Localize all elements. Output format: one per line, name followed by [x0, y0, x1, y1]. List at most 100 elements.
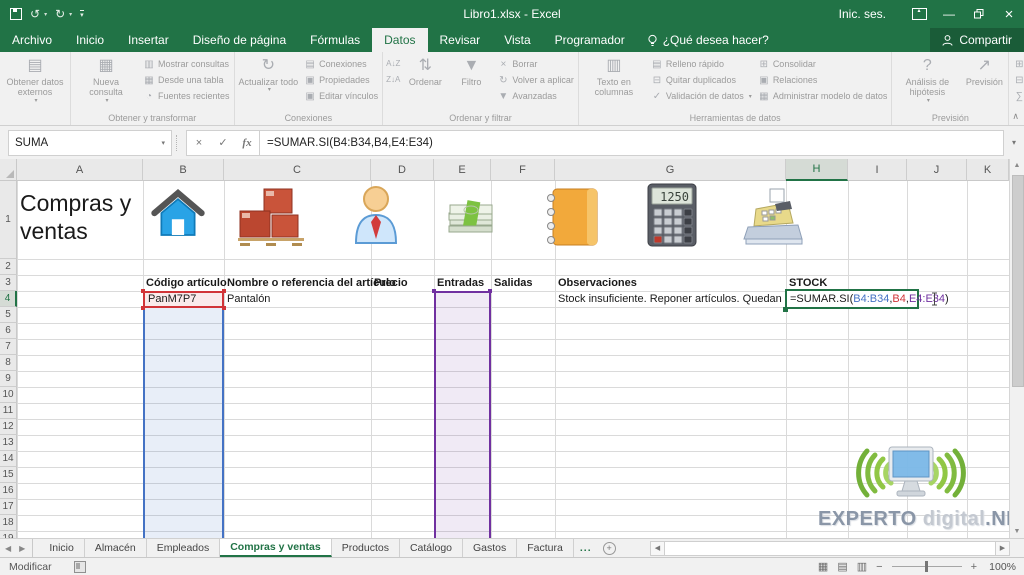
ribbon-tab-dise-o-de-p-gina[interactable]: Diseño de página — [181, 28, 298, 52]
name-box-caret-icon[interactable]: ▾ — [161, 139, 165, 147]
page-break-view-icon[interactable]: ▥ — [857, 560, 867, 573]
row-header-15[interactable]: 15 — [0, 467, 17, 483]
vertical-scroll-thumb[interactable] — [1012, 175, 1024, 387]
row-header-4[interactable]: 4 — [0, 291, 17, 307]
ribbon-button-propiedades[interactable]: ▣Propiedades — [304, 73, 378, 87]
column-header-e[interactable]: E — [434, 159, 491, 181]
expand-formula-bar-icon[interactable]: ▾ — [1004, 138, 1024, 147]
ribbon-button-editar-v-nculos[interactable]: ▣Editar vínculos — [304, 89, 378, 103]
undo-icon[interactable]: ↺ — [30, 8, 40, 20]
undo-caret-icon[interactable]: ▾ — [44, 11, 47, 18]
row-header-12[interactable]: 12 — [0, 419, 17, 435]
sheet-tab-factura[interactable]: Factura — [517, 539, 574, 557]
sheet-tab-cat-logo[interactable]: Catálogo — [400, 539, 463, 557]
redo-icon[interactable]: ↻ — [55, 8, 65, 20]
ribbon-button-conexiones[interactable]: ▤Conexiones — [304, 57, 378, 71]
sheet-tabs-overflow[interactable]: ... — [574, 539, 598, 557]
ribbon-button-relleno-r-pido[interactable]: ▤Relleno rápido — [651, 57, 752, 71]
column-header-f[interactable]: F — [491, 159, 555, 181]
ribbon-button-avanzadas[interactable]: ▼Avanzadas — [497, 89, 574, 103]
sheet-tab-almac-n[interactable]: Almacén — [85, 539, 147, 557]
column-header-i[interactable]: I — [848, 159, 907, 181]
cancel-icon[interactable]: × — [187, 137, 211, 149]
cash-register-icon[interactable] — [742, 187, 804, 251]
scroll-up-icon[interactable]: ▲ — [1010, 162, 1024, 169]
ribbon-button-z-a[interactable]: Z↓A — [386, 73, 400, 86]
column-header-k[interactable]: K — [967, 159, 1009, 181]
ribbon-tab-inicio[interactable]: Inicio — [64, 28, 116, 52]
column-header-c[interactable]: C — [224, 159, 371, 181]
notebook-icon[interactable] — [539, 185, 603, 249]
ribbon-button-nueva-consulta[interactable]: ▦Nueva consulta▾ — [72, 53, 140, 113]
hscroll-right-icon[interactable]: ▶ — [995, 541, 1010, 556]
sheet-nav-right-icon[interactable]: ▶ — [19, 544, 25, 553]
ribbon-button-borrar[interactable]: ×Borrar — [497, 57, 574, 71]
ribbon-button-obtener-datos-externos[interactable]: ▤Obtener datos externos▾ — [1, 53, 69, 113]
insert-function-icon[interactable]: fx — [235, 137, 259, 149]
macro-record-icon[interactable] — [74, 561, 86, 573]
horizontal-scrollbar[interactable]: ◀▶ — [650, 539, 1010, 557]
row-header-6[interactable]: 6 — [0, 323, 17, 339]
horizontal-scroll-track[interactable] — [665, 541, 995, 556]
ribbon-button-validaci-n-de-datos[interactable]: ✓Validación de datos▾ — [651, 89, 752, 103]
row-header-11[interactable]: 11 — [0, 403, 17, 419]
ribbon-button-subtotal[interactable]: ∑Subtotal — [1013, 89, 1024, 103]
ribbon-tab-programador[interactable]: Programador — [543, 28, 637, 52]
column-header-a[interactable]: A — [17, 159, 143, 181]
normal-view-icon[interactable]: ▦ — [818, 560, 828, 573]
vertical-scrollbar[interactable]: ▲▼ — [1009, 159, 1024, 538]
hscroll-left-icon[interactable]: ◀ — [650, 541, 665, 556]
redo-caret-icon[interactable]: ▾ — [69, 11, 72, 18]
column-header-d[interactable]: D — [371, 159, 434, 181]
row-header-1[interactable]: 1 — [0, 181, 17, 259]
zoom-out-icon[interactable]: − — [876, 561, 882, 573]
ribbon-button-desagrupar[interactable]: ⊟Desagrupar▾− — [1013, 73, 1024, 87]
customize-qat-icon[interactable]: ▾ — [80, 10, 84, 19]
cell-e3-header[interactable]: Entradas — [434, 275, 487, 291]
ribbon-tab-archivo[interactable]: Archivo — [0, 28, 64, 52]
row-header-7[interactable]: 7 — [0, 339, 17, 355]
row-header-8[interactable]: 8 — [0, 355, 17, 371]
row-header-13[interactable]: 13 — [0, 435, 17, 451]
column-header-h[interactable]: H — [786, 159, 848, 181]
ribbon-button-volver-a-aplicar[interactable]: ↻Volver a aplicar — [497, 73, 574, 87]
ribbon-button-filtro[interactable]: ▼Filtro — [448, 53, 494, 113]
column-header-j[interactable]: J — [907, 159, 967, 181]
select-all-corner[interactable] — [0, 159, 17, 181]
sheet-tab-inicio[interactable]: Inicio — [39, 539, 85, 557]
sheet-nav-left-icon[interactable]: ◀ — [5, 544, 11, 553]
row-header-5[interactable]: 5 — [0, 307, 17, 323]
ribbon-button-quitar-duplicados[interactable]: ⊟Quitar duplicados — [651, 73, 752, 87]
ribbon-button-an-lisis-de-hip-tesis[interactable]: ?Análisis de hipótesis▾ — [893, 53, 961, 113]
row-header-17[interactable]: 17 — [0, 499, 17, 515]
minimize-button[interactable]: — — [934, 0, 964, 28]
ribbon-tab-vista[interactable]: Vista — [492, 28, 542, 52]
ribbon-button-agrupar[interactable]: ⊞Agrupar▾+ — [1013, 57, 1024, 71]
close-button[interactable]: × — [994, 0, 1024, 28]
money-icon[interactable] — [447, 195, 495, 259]
row-header-10[interactable]: 10 — [0, 387, 17, 403]
row-header-2[interactable]: 2 — [0, 259, 17, 275]
cell-d3-header[interactable]: Precio — [371, 275, 411, 291]
row-header-9[interactable]: 9 — [0, 371, 17, 387]
sheet-tab-empleados[interactable]: Empleados — [147, 539, 221, 557]
sheet-tab-compras-y-ventas[interactable]: Compras y ventas — [220, 539, 331, 557]
cell-f3-header[interactable]: Salidas — [491, 275, 536, 291]
ribbon-button-ordenar[interactable]: ⇅Ordenar — [402, 53, 448, 113]
share-button[interactable]: Compartir — [930, 28, 1024, 52]
zoom-slider-thumb[interactable] — [925, 561, 928, 572]
ribbon-button-administrar-modelo-de-datos[interactable]: ▦Administrar modelo de datos — [758, 89, 888, 103]
ribbon-button-fuentes-recientes[interactable]: ◔Fuentes recientes — [143, 89, 230, 103]
zoom-level[interactable]: 100% — [986, 561, 1016, 573]
ribbon-button-desde-una-tabla[interactable]: ▦Desde una tabla — [143, 73, 230, 87]
ribbon-button-consolidar[interactable]: ⊞Consolidar — [758, 57, 888, 71]
home-icon[interactable] — [150, 185, 206, 249]
row-header-19[interactable]: 19 — [0, 531, 17, 538]
cell-c4-value[interactable]: Pantalón — [224, 291, 273, 307]
zoom-in-icon[interactable]: + — [971, 561, 977, 573]
name-box[interactable]: SUMA ▾ — [8, 130, 172, 156]
sheet-tab-productos[interactable]: Productos — [332, 539, 400, 557]
person-icon[interactable] — [352, 185, 400, 249]
ribbon-display-options-icon[interactable]: ▴ — [904, 0, 934, 28]
ribbon-tab-f-rmulas[interactable]: Fórmulas — [298, 28, 372, 52]
